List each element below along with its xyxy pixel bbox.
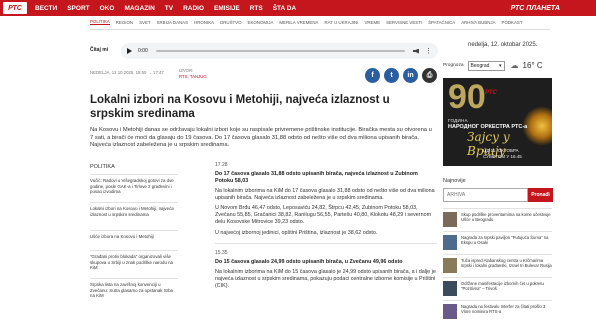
subnav-item-politika[interactable]: POLITIKA	[90, 19, 110, 25]
subnav-item[interactable]: SRBIJA DANAS	[157, 20, 188, 25]
subnav-item[interactable]: ŠPATAČNICA	[428, 20, 455, 25]
nav-item[interactable]: OKO	[100, 5, 115, 12]
latest-news-list: Skup podrške proventarnima na kome učest…	[443, 208, 552, 323]
live-feed: 17.28 Do 17 časova glasalo 31,88 odsto u…	[215, 162, 437, 290]
news-item[interactable]: Tuča ispred Alabanskog centra u Krčmarim…	[443, 254, 552, 277]
feed-time: 17.28	[215, 162, 228, 168]
audio-player[interactable]: 0:00 ⋮	[121, 43, 438, 59]
share-buttons: f t in ⎙	[365, 68, 441, 83]
twitter-icon[interactable]: t	[384, 68, 399, 83]
subnav-item[interactable]: EKONOMIJA	[248, 20, 274, 25]
temperature: 16° C	[522, 61, 543, 70]
article-title: Lokalni izbori na Kosovu i Metohiji, naj…	[90, 94, 390, 120]
article-source: IZVOR: RTS, TANJUG	[179, 68, 207, 80]
news-thumbnail	[443, 304, 457, 319]
banner-text: СУБОТОМ У 16.45	[483, 154, 522, 159]
news-thumbnail	[443, 281, 457, 296]
promo-banner[interactable]: 90 РТС ГОДИНА НАРОДНОГ ОРКЕСТРА РТС-а За…	[443, 78, 552, 166]
related-list: Vučić: Radovi u Višegradskoj gotovi za d…	[90, 174, 178, 306]
rts-logo[interactable]: РТС	[3, 2, 27, 14]
article-date: NEDELJA, 12.10.2025. 15:50 → 17:47	[90, 70, 164, 75]
banner-number: 90	[448, 78, 486, 116]
divider	[215, 242, 437, 244]
archive-search: Pronađi	[443, 188, 553, 202]
nav-item[interactable]: RTS	[250, 5, 263, 12]
nav-item[interactable]: ŠTA DA	[273, 5, 296, 12]
feed-paragraph: U najvećoj izbornoj jedinici, opštini Pr…	[215, 229, 378, 236]
banner-text: ГОДИНА	[448, 118, 468, 123]
nav-item[interactable]: MAGAZIN	[124, 5, 154, 12]
nav-item[interactable]: TV	[165, 5, 173, 12]
news-item[interactable]: Održane manifestacije izbornih čet u pok…	[443, 277, 552, 300]
source-name[interactable]: RTS, TANJUG	[179, 74, 207, 80]
article-lead: Na Kosovu i Metohiji danas se održavaju …	[90, 127, 432, 149]
subnav-item[interactable]: ARHIVA BUBNJA	[461, 20, 495, 25]
search-button[interactable]: Pronađi	[528, 188, 553, 202]
cloud-icon: ☁	[510, 61, 519, 70]
rts-planeta-link[interactable]: РТС ПЛАНЕТА	[511, 5, 560, 12]
subnav-item[interactable]: MERILA VREMENA	[279, 20, 318, 25]
related-item[interactable]: Lokalni izbori na Kosovu i Metohiji, naj…	[90, 202, 178, 230]
feed-paragraph: Na lokalnim izborima na KiM do 17 časova…	[215, 187, 435, 201]
feed-entry: 17.28 Do 17 časova glasalo 31,88 odsto u…	[215, 162, 437, 237]
read-aloud-label: Čitaj mi	[90, 47, 109, 53]
search-input[interactable]	[443, 188, 528, 202]
sub-nav: POLITIKA REGION SVET SRBIJA DANAS HRONIK…	[90, 16, 529, 28]
news-item[interactable]: Skup podrške proventarnima na kome učest…	[443, 208, 552, 231]
latest-label: Najnovije	[443, 178, 466, 184]
main-nav: ВЕСТИ SPORT OKO MAGAZIN TV RADIO EMISIJE…	[35, 5, 306, 12]
news-item[interactable]: Nagrada za srpski pavilјon "Putujuća Šum…	[443, 231, 552, 254]
print-icon[interactable]: ⎙	[422, 68, 437, 83]
subnav-item[interactable]: SERVISNE VESTI	[386, 20, 422, 25]
nav-item[interactable]: EMISIJE	[214, 5, 240, 12]
top-navigation-bar: РТС ВЕСТИ SPORT OKO MAGAZIN TV RADIO EMI…	[0, 0, 596, 16]
nav-item[interactable]: SPORT	[67, 5, 89, 12]
subnav-item[interactable]: DRUŠTVO	[220, 20, 241, 25]
nav-item[interactable]: RADIO	[183, 5, 204, 12]
related-item[interactable]: Vučić: Radovi u Višegradskoj gotovi za d…	[90, 174, 178, 202]
subnav-item[interactable]: SVET	[139, 20, 150, 25]
more-options-icon[interactable]: ⋮	[425, 48, 432, 55]
forecast-label: Prognoza	[443, 63, 464, 68]
play-icon[interactable]	[127, 48, 132, 54]
related-item[interactable]: "Građani protiv blokada" organizovali vi…	[90, 250, 178, 278]
subnav-item[interactable]: PODKAST	[502, 20, 523, 25]
section-label[interactable]: POLITIKA	[90, 164, 115, 170]
audio-progress-slider[interactable]	[155, 50, 405, 52]
news-thumbnail	[443, 258, 457, 273]
feed-paragraph: U Novom Brdu 46,47 odsto, Leposaviću 24,…	[215, 205, 432, 226]
divider	[90, 29, 550, 30]
current-date: nedelja, 12. oktobar 2025.	[468, 42, 538, 48]
linkedin-icon[interactable]: in	[403, 68, 418, 83]
volume-icon[interactable]	[413, 48, 419, 54]
news-thumbnail	[443, 212, 457, 227]
city-select[interactable]: Beograd ▾	[467, 60, 505, 71]
weather-widget: Prognoza Beograd ▾ ☁ 16° C	[443, 59, 551, 72]
facebook-icon[interactable]: f	[365, 68, 380, 83]
feed-headline: Do 17 časova glasalo 31,88 odsto upisani…	[215, 171, 418, 184]
audio-time: 0:00	[138, 48, 148, 54]
nav-item[interactable]: ВЕСТИ	[35, 5, 57, 12]
banner-text: ЦД 11. ОКТОБРА	[483, 148, 519, 153]
news-thumbnail	[443, 235, 457, 250]
chevron-down-icon: ▾	[499, 62, 502, 69]
subnav-item[interactable]: RAT U UKRAJINI	[324, 20, 358, 25]
feed-headline: Do 15 časova glasalo 24,99 odsto upisani…	[215, 258, 403, 265]
related-item[interactable]: Ušće izbora na Kosovu i Metohiji	[90, 230, 178, 250]
feed-time: 15.35	[215, 249, 228, 256]
subnav-item[interactable]: VREME	[364, 20, 380, 25]
subnav-item[interactable]: REGION	[116, 20, 133, 25]
banner-logo: РТС	[485, 90, 497, 96]
feed-entry: 15.35 Do 15 časova glasalo 24,99 odsto u…	[215, 250, 437, 290]
feed-paragraph: Na lokalnim izborima na KiM do 15 časova…	[215, 268, 436, 290]
news-item[interactable]: Nagrada na festivalu Interfer za čitati …	[443, 300, 552, 323]
subnav-item[interactable]: HRONIKA	[194, 20, 214, 25]
related-item[interactable]: Srpska lista na završnoj konvenciji u Zv…	[90, 278, 178, 306]
